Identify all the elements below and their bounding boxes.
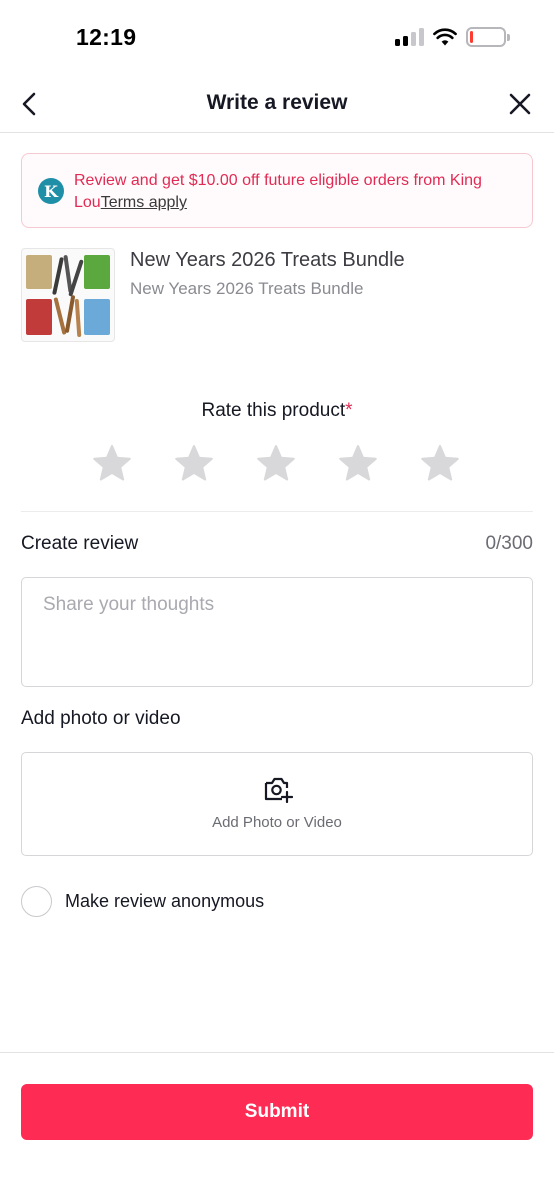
star-2-button[interactable]	[173, 443, 215, 485]
anonymous-radio[interactable]	[21, 886, 52, 917]
add-photo-video-button[interactable]: Add Photo or Video	[21, 752, 533, 856]
status-icons	[395, 27, 510, 47]
close-button[interactable]	[504, 88, 536, 120]
star-icon	[421, 445, 459, 481]
promo-text: Review and get $10.00 off future eligibl…	[74, 170, 514, 214]
nav-header: Write a review	[0, 75, 554, 133]
close-icon	[509, 93, 531, 115]
star-icon	[339, 445, 377, 481]
required-marker: *	[345, 400, 353, 421]
battery-icon	[466, 27, 510, 47]
cellular-signal-icon	[395, 28, 424, 46]
rating-label-text: Rate this product	[201, 400, 346, 421]
review-text-input[interactable]	[21, 577, 533, 687]
camera-add-icon	[264, 777, 293, 803]
anonymous-label: Make review anonymous	[65, 891, 265, 911]
product-thumbnail	[21, 248, 115, 342]
status-time: 12:19	[76, 24, 137, 50]
star-icon	[175, 445, 213, 481]
create-review-label: Create review	[21, 533, 139, 554]
add-media-label: Add photo or video	[21, 708, 181, 729]
promo-banner: K Review and get $10.00 off future eligi…	[21, 153, 533, 228]
star-icon	[257, 445, 295, 481]
rating-label: Rate this product*	[0, 400, 554, 422]
star-4-button[interactable]	[337, 443, 379, 485]
section-divider	[21, 511, 533, 512]
product-variant: New Years 2026 Treats Bundle	[130, 279, 364, 298]
add-photo-video-label: Add Photo or Video	[212, 814, 342, 831]
character-counter: 0/300	[485, 533, 533, 554]
product-summary: New Years 2026 Treats Bundle New Years 2…	[21, 248, 533, 344]
status-bar: 12:19	[0, 0, 554, 75]
star-1-button[interactable]	[91, 443, 133, 485]
star-icon	[93, 445, 131, 481]
submit-button[interactable]: Submit	[21, 1084, 533, 1140]
terms-link[interactable]: Terms apply	[101, 194, 187, 211]
star-5-button[interactable]	[419, 443, 461, 485]
product-title: New Years 2026 Treats Bundle	[130, 249, 405, 271]
wifi-icon	[433, 28, 457, 46]
shop-logo: K	[38, 178, 64, 204]
star-rating	[91, 443, 461, 485]
page-title: Write a review	[206, 91, 348, 114]
anonymous-toggle[interactable]: Make review anonymous	[21, 886, 264, 917]
star-3-button[interactable]	[255, 443, 297, 485]
footer-divider	[0, 1052, 554, 1053]
